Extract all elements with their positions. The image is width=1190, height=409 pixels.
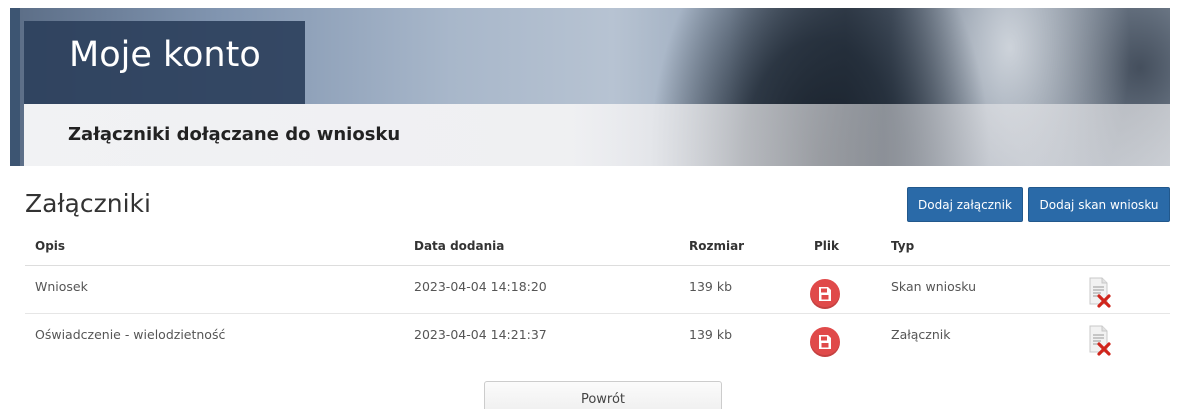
row-size: 139 kb bbox=[689, 327, 733, 342]
header-banner: Moje konto Załączniki dołączane do wnios… bbox=[10, 8, 1170, 166]
column-header-opis: Opis bbox=[35, 239, 66, 253]
column-header-data: Data dodania bbox=[414, 239, 505, 253]
add-scan-button[interactable]: Dodaj skan wniosku bbox=[1028, 187, 1170, 222]
row-type: Załącznik bbox=[891, 327, 951, 342]
row-size: 139 kb bbox=[689, 279, 733, 294]
file-download-icon[interactable] bbox=[810, 327, 840, 357]
page-title: Moje konto bbox=[69, 35, 261, 75]
delete-document-icon[interactable] bbox=[1087, 276, 1113, 308]
row-description: Wniosek bbox=[35, 279, 88, 294]
row-date: 2023-04-04 14:21:37 bbox=[414, 327, 547, 342]
column-header-typ: Typ bbox=[891, 239, 915, 253]
row-date: 2023-04-04 14:18:20 bbox=[414, 279, 547, 294]
file-download-icon[interactable] bbox=[810, 279, 840, 309]
row-description: Oświadczenie - wielodzietność bbox=[35, 327, 226, 342]
banner-accent-strip bbox=[10, 8, 20, 166]
column-header-plik: Plik bbox=[814, 239, 840, 253]
column-header-rozmiar: Rozmiar bbox=[689, 239, 745, 253]
table-row: Wniosek 2023-04-04 14:18:20 139 kb Skan … bbox=[25, 266, 1170, 314]
add-attachment-button[interactable]: Dodaj załącznik bbox=[907, 187, 1023, 222]
row-type: Skan wniosku bbox=[891, 279, 977, 294]
banner-subtitle-box: Załączniki dołączane do wniosku bbox=[24, 104, 1170, 166]
page-subtitle: Załączniki dołączane do wniosku bbox=[68, 124, 401, 145]
attachments-table: Opis Data dodania Rozmiar Plik Typ Wnios… bbox=[25, 228, 1170, 362]
back-button[interactable]: Powrót bbox=[484, 381, 722, 409]
section-title: Załączniki bbox=[25, 189, 151, 218]
table-row: Oświadczenie - wielodzietność 2023-04-04… bbox=[25, 314, 1170, 362]
banner-title-box: Moje konto bbox=[24, 21, 305, 104]
delete-document-icon[interactable] bbox=[1087, 324, 1113, 356]
table-header: Opis Data dodania Rozmiar Plik Typ bbox=[25, 228, 1170, 266]
